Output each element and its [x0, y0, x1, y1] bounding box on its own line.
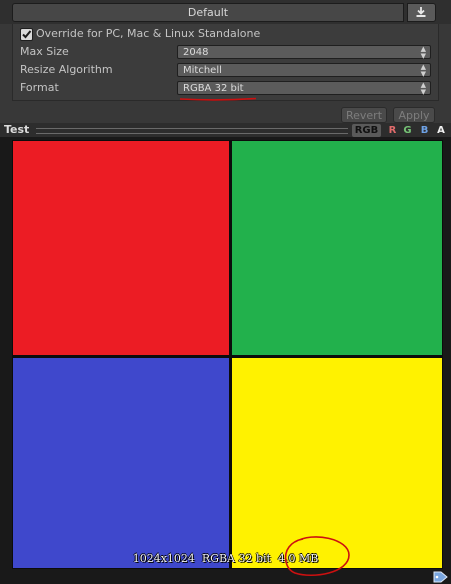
override-label: Override for PC, Mac & Linux Standalone — [36, 27, 261, 40]
resize-algorithm-label: Resize Algorithm — [20, 63, 113, 76]
max-size-value: 2048 — [183, 47, 209, 58]
resize-grip[interactable] — [36, 128, 348, 134]
updown-arrow-icon: ▲ ▼ — [420, 81, 426, 96]
channel-b-button[interactable]: B — [419, 124, 430, 137]
format-dropdown[interactable]: RGBA 32 bit ▲ ▼ — [177, 81, 431, 96]
channel-a-button[interactable]: A — [435, 124, 447, 137]
preview-title: Test — [4, 123, 30, 136]
blue-quadrant — [13, 358, 229, 568]
channel-g-button[interactable]: G — [402, 124, 413, 137]
channel-rgb-button[interactable]: RGB — [352, 124, 381, 137]
download-button[interactable] — [407, 3, 436, 22]
red-quadrant — [13, 141, 229, 355]
format-label: Format — [20, 81, 59, 94]
texture-info-label: 1024x1024 RGBA 32 bit 4.0 MB — [132, 552, 319, 565]
revert-button[interactable]: Revert — [341, 107, 387, 123]
override-checkbox[interactable] — [20, 28, 33, 41]
resize-algorithm-dropdown[interactable]: Mitchell ▲ ▼ — [177, 63, 431, 78]
texture-image — [12, 140, 443, 569]
updown-arrow-icon: ▲ ▼ — [420, 63, 426, 78]
max-size-label: Max Size — [20, 45, 69, 58]
updown-arrow-icon: ▲ ▼ — [420, 45, 426, 60]
red-underline-annotation — [179, 97, 257, 101]
max-size-dropdown[interactable]: 2048 ▲ ▼ — [177, 45, 431, 60]
tag-icon[interactable] — [433, 571, 448, 583]
resize-algorithm-value: Mitchell — [183, 65, 222, 76]
format-value: RGBA 32 bit — [183, 83, 244, 94]
download-icon — [416, 7, 426, 17]
channel-r-button[interactable]: R — [387, 124, 398, 137]
checkmark-icon — [22, 30, 32, 39]
tab-default[interactable]: Default — [12, 3, 404, 22]
green-quadrant — [232, 141, 442, 355]
red-circle-annotation — [284, 536, 350, 577]
apply-button[interactable]: Apply — [393, 107, 435, 123]
